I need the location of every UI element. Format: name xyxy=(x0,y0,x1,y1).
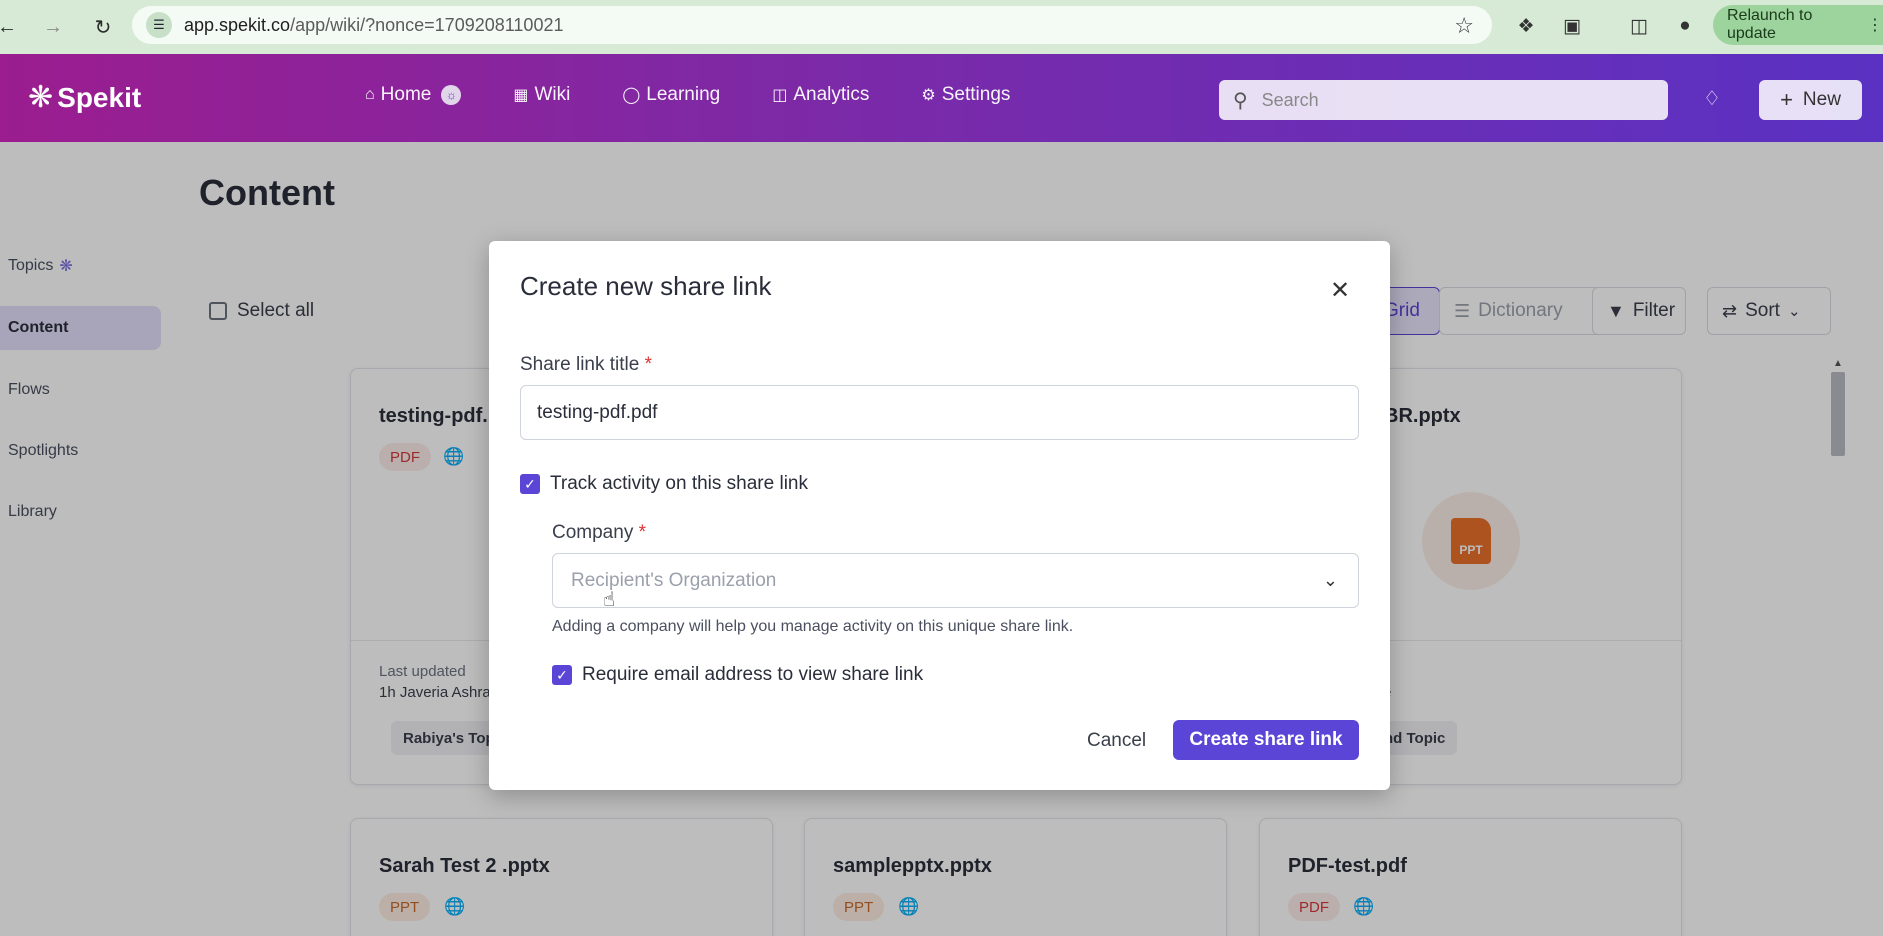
share-link-modal: Create new share link ✕ Share link title… xyxy=(489,241,1390,790)
nav-wiki[interactable]: ▦ Wiki xyxy=(513,84,570,106)
nav-analytics[interactable]: ◫ Analytics xyxy=(772,84,869,106)
nav-home[interactable]: ⌂ Home ☼ xyxy=(365,84,462,106)
gear-icon: ⚙ xyxy=(921,87,936,104)
bulb-icon: ◯ xyxy=(622,87,641,104)
site-info-icon[interactable]: ☰ xyxy=(146,12,172,38)
spekit-logo[interactable]: ❋ Spekit xyxy=(28,80,141,115)
cancel-button[interactable]: Cancel xyxy=(1079,721,1154,761)
company-label: Company * xyxy=(552,522,647,543)
search-icon: ⚲ xyxy=(1233,89,1248,112)
top-nav: ⌂ Home ☼ ▦ Wiki ◯ Learning ◫ Analytics ⚙… xyxy=(365,84,1062,106)
require-email-checkbox[interactable]: ✓ Require email address to view share li… xyxy=(552,664,923,686)
puzzle-extensions-icon[interactable]: ▣ xyxy=(1559,13,1585,39)
company-helper-text: Adding a company will help you manage ac… xyxy=(552,618,1074,635)
share-link-title-input[interactable] xyxy=(520,385,1359,440)
checkmark-icon: ✓ xyxy=(552,665,572,685)
url-text: app.spekit.co/app/wiki/?nonce=1709208110… xyxy=(184,14,564,35)
grid-icon: ▦ xyxy=(513,87,529,104)
nav-learning[interactable]: ◯ Learning xyxy=(622,84,720,106)
profile-avatar-icon[interactable]: ● xyxy=(1672,13,1698,39)
globe-badge-icon: ☼ xyxy=(441,85,462,105)
close-icon[interactable]: ✕ xyxy=(1327,277,1353,304)
track-activity-checkbox[interactable]: ✓ Track activity on this share link xyxy=(520,473,808,495)
search-bar[interactable]: ⚲ xyxy=(1219,80,1668,120)
address-bar[interactable]: ☰ app.spekit.co/app/wiki/?nonce=17092081… xyxy=(132,6,1492,44)
chevron-down-icon: ⌄ xyxy=(1322,570,1338,590)
nav-settings[interactable]: ⚙ Settings xyxy=(921,84,1010,106)
analytics-icon: ◫ xyxy=(772,87,788,104)
forward-icon[interactable]: → xyxy=(40,14,66,40)
share-link-title-label: Share link title * xyxy=(520,354,653,375)
relaunch-button[interactable]: Relaunch to update ⋮ xyxy=(1713,5,1883,45)
extension-icon[interactable]: ❖ xyxy=(1513,13,1539,39)
home-icon: ⌂ xyxy=(365,86,375,103)
checkmark-icon: ✓ xyxy=(520,474,540,494)
search-input[interactable] xyxy=(1261,89,1642,111)
reload-icon[interactable]: ↻ xyxy=(90,14,116,40)
app-header: ❋ Spekit ⌂ Home ☼ ▦ Wiki ◯ Learning ◫ An… xyxy=(0,54,1883,142)
back-icon[interactable]: ← xyxy=(0,14,17,40)
company-select[interactable]: Recipient's Organization ⌄ xyxy=(552,553,1359,608)
bell-icon[interactable]: ♢ xyxy=(1703,86,1721,111)
browser-toolbar: ← → ↻ ☰ app.spekit.co/app/wiki/?nonce=17… xyxy=(0,0,1883,54)
bookmark-star-icon[interactable]: ☆ xyxy=(1454,13,1474,39)
side-panel-icon[interactable]: ◫ xyxy=(1626,13,1652,39)
hand-cursor-icon: ☝ xyxy=(603,589,616,611)
modal-title: Create new share link xyxy=(520,271,772,301)
spekit-logo-icon: ❋ xyxy=(28,81,54,114)
plus-icon: + xyxy=(1780,87,1793,112)
create-share-link-button[interactable]: Create share link xyxy=(1173,720,1359,760)
new-button[interactable]: + New xyxy=(1759,80,1862,120)
